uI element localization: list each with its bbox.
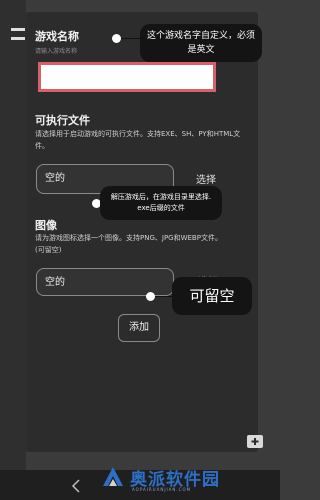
executable-callout: 解压游戏后，在游戏目录里选择. exe后缀的文件: [100, 186, 222, 220]
add-button[interactable]: 添加: [118, 314, 160, 342]
executable-label: 可执行文件: [35, 114, 90, 127]
back-icon[interactable]: [70, 478, 82, 493]
image-callout: 可留空: [172, 277, 252, 315]
left-edge-mark: [11, 37, 25, 40]
callout-marker-dot: [112, 34, 121, 43]
game-name-callout: 这个游戏名字自定义，必须是英文: [140, 24, 262, 62]
executable-select-button[interactable]: 选择: [196, 171, 216, 186]
image-description: 请为游戏图标选择一个图像。支持PNG、JPG和WEBP文件。(可留空): [35, 234, 222, 254]
watermark-logo-icon: [100, 464, 126, 490]
callout-pointer: [121, 38, 141, 39]
image-label: 图像: [35, 219, 57, 232]
executable-description: 请选择用于启动游戏的可执行文件。支持EXE、SH、PY和HTML文件。: [35, 130, 241, 150]
left-edge-mark: [11, 28, 25, 31]
image-field[interactable]: 空的: [36, 268, 174, 296]
game-name-input[interactable]: [38, 62, 216, 92]
left-edge-strip: [0, 0, 26, 500]
folder-add-icon[interactable]: [244, 430, 266, 452]
callout-marker-dot: [146, 292, 155, 301]
game-name-label: 游戏名称: [35, 30, 79, 43]
game-name-placeholder: 请输入游戏名称: [35, 48, 78, 55]
watermark-url: AOPAIRUANJIAN.COM: [132, 487, 192, 492]
